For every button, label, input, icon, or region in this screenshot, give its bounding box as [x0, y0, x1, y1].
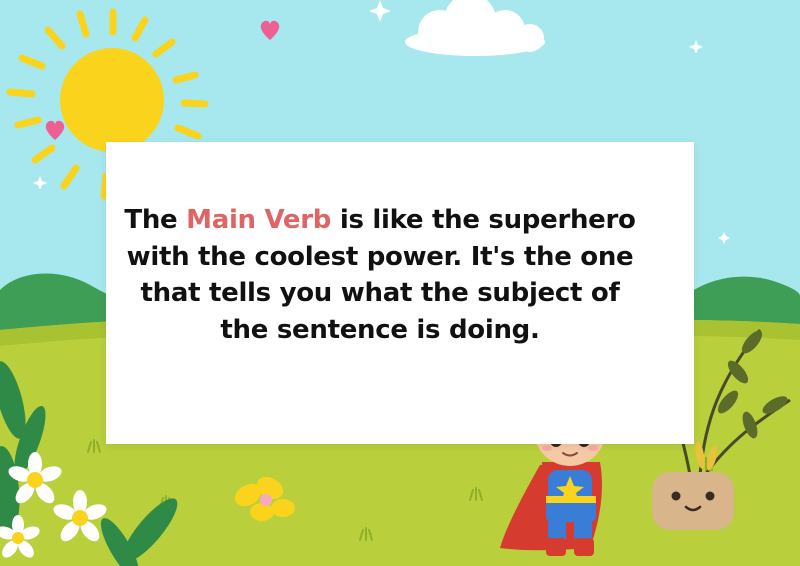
- main-verb-highlight: Main Verb: [186, 205, 332, 235]
- text-intro: The: [124, 205, 187, 235]
- main-verb-definition: The Main Verb is like the superhero with…: [120, 202, 640, 348]
